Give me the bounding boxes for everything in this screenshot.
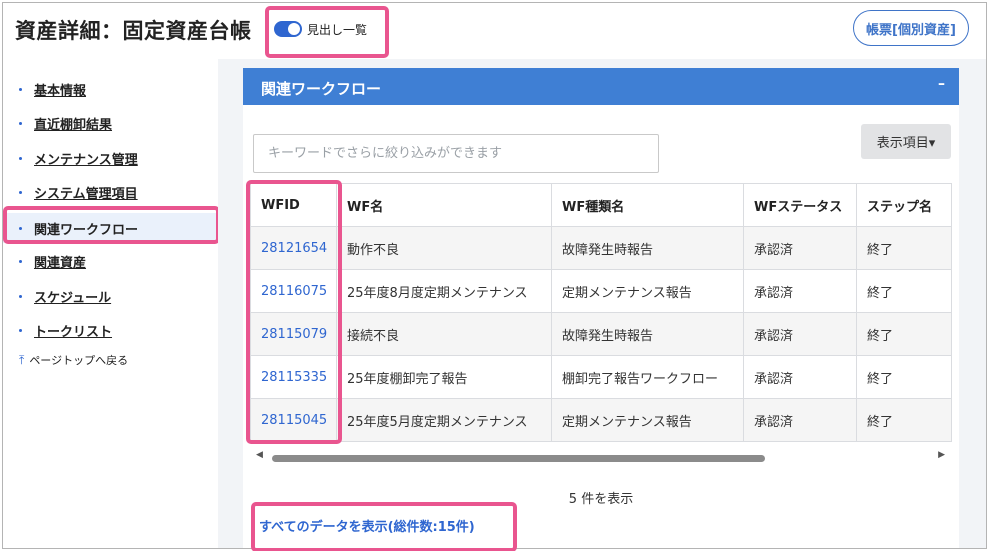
- main-content: 関連ワークフロー – 表示項目▾ WFID WF名 WF種類名 WFステータス …: [218, 59, 986, 551]
- sidebar-item-label: 関連資産: [34, 255, 87, 271]
- wfid-link[interactable]: 28116075: [250, 269, 337, 313]
- arrow-up-bar-icon: ⤒: [19, 352, 25, 367]
- sidebar-item-system-management[interactable]: システム管理項目: [3, 179, 218, 205]
- wf-type-cell: 定期メンテナンス報告: [551, 269, 744, 313]
- related-workflow-panel: 関連ワークフロー – 表示項目▾ WFID WF名 WF種類名 WFステータス …: [243, 68, 959, 551]
- wf-name-cell: 25年度棚卸完了報告: [336, 355, 552, 399]
- wf-status-cell: 承認済: [743, 226, 857, 270]
- wfid-link[interactable]: 28115335: [250, 355, 337, 399]
- sidebar-item-recent-inventory[interactable]: 直近棚卸結果: [3, 110, 218, 136]
- table-row: 28115045 25年度5月度定期メンテナンス 定期メンテナンス報告 承認済 …: [250, 398, 952, 442]
- wf-type-cell: 棚卸完了報告ワークフロー: [551, 355, 744, 399]
- display-columns-button[interactable]: 表示項目▾: [861, 124, 951, 159]
- back-to-top-link[interactable]: ⤒ ページトップへ戻る: [19, 352, 128, 368]
- table-row: 28121654 動作不良 故障発生時報告 承認済 終了: [250, 226, 952, 270]
- left-arrow-icon[interactable]: ◀: [256, 450, 263, 460]
- column-header-step-name[interactable]: ステップ名: [856, 183, 952, 227]
- toggle-label: 見出し一覧: [307, 23, 368, 37]
- wf-name-cell: 25年度8月度定期メンテナンス: [336, 269, 552, 313]
- step-name-cell: 終了: [856, 355, 952, 399]
- sidebar-item-maintenance[interactable]: メンテナンス管理: [3, 145, 218, 171]
- bullet-icon: [19, 328, 22, 332]
- wfid-link[interactable]: 28121654: [250, 226, 337, 270]
- sidebar: 基本情報 直近棚卸結果 メンテナンス管理 システム管理項目 関連ワークフロー 関…: [3, 59, 218, 548]
- horizontal-scrollbar[interactable]: ◀ ▶: [250, 449, 951, 465]
- app-frame: 資産詳細：固定資産台帳 見出し一覧 帳票[個別資産] 基本情報 直近棚卸結果 メ…: [2, 2, 987, 551]
- sidebar-item-talk-list[interactable]: トークリスト: [3, 317, 218, 343]
- panel-title: 関連ワークフロー: [261, 80, 382, 98]
- heading-list-toggle[interactable]: [274, 21, 302, 37]
- table-header-row: WFID WF名 WF種類名 WFステータス ステップ名: [250, 183, 952, 227]
- wf-status-cell: 承認済: [743, 398, 857, 442]
- back-to-top-label: ページトップへ戻る: [29, 354, 129, 367]
- sidebar-item-schedule[interactable]: スケジュール: [3, 283, 218, 309]
- wf-type-cell: 故障発生時報告: [551, 226, 744, 270]
- wf-type-cell: 故障発生時報告: [551, 312, 744, 356]
- toggle-knob: [288, 23, 300, 35]
- sidebar-item-label: メンテナンス管理: [34, 152, 138, 168]
- table-row: 28116075 25年度8月度定期メンテナンス 定期メンテナンス報告 承認済 …: [250, 269, 952, 313]
- wfid-link[interactable]: 28115079: [250, 312, 337, 356]
- collapse-icon[interactable]: –: [938, 76, 945, 92]
- wf-name-cell: 動作不良: [336, 226, 552, 270]
- sidebar-item-label: トークリスト: [34, 324, 113, 340]
- wf-name-cell: 接続不良: [336, 312, 552, 356]
- sidebar-active-highlight: [3, 206, 220, 244]
- step-name-cell: 終了: [856, 226, 952, 270]
- column-header-wfid[interactable]: WFID: [250, 183, 337, 227]
- ledger-button[interactable]: 帳票[個別資産]: [853, 10, 969, 46]
- sidebar-item-basic-info[interactable]: 基本情報: [3, 76, 218, 102]
- sidebar-item-label: 基本情報: [34, 83, 87, 99]
- row-count-text: 5 件を表示: [568, 492, 634, 507]
- panel-header: 関連ワークフロー –: [243, 68, 959, 105]
- sidebar-item-related-assets[interactable]: 関連資産: [3, 248, 218, 274]
- step-name-cell: 終了: [856, 398, 952, 442]
- bullet-icon: [19, 121, 22, 125]
- keyword-search-input[interactable]: [253, 134, 659, 173]
- right-arrow-icon[interactable]: ▶: [938, 450, 945, 460]
- bullet-icon: [19, 190, 22, 194]
- page-header: 資産詳細：固定資産台帳 見出し一覧 帳票[個別資産]: [3, 3, 986, 59]
- wf-status-cell: 承認済: [743, 269, 857, 313]
- table-row: 28115335 25年度棚卸完了報告 棚卸完了報告ワークフロー 承認済 終了: [250, 355, 952, 399]
- bullet-icon: [19, 87, 22, 91]
- step-name-cell: 終了: [856, 312, 952, 356]
- bullet-icon: [19, 259, 22, 263]
- sidebar-item-label: システム管理項目: [34, 186, 138, 202]
- step-name-cell: 終了: [856, 269, 952, 313]
- sidebar-item-label: 直近棚卸結果: [34, 117, 113, 133]
- scrollbar-thumb[interactable]: [272, 455, 765, 462]
- column-header-wf-name[interactable]: WF名: [336, 183, 552, 227]
- page-title: 資産詳細：固定資産台帳: [15, 19, 252, 43]
- bullet-icon: [19, 294, 22, 298]
- wfid-link[interactable]: 28115045: [250, 398, 337, 442]
- wf-name-cell: 25年度5月度定期メンテナンス: [336, 398, 552, 442]
- show-all-data-link[interactable]: すべてのデータを表示(総件数:15件): [259, 516, 475, 535]
- wf-status-cell: 承認済: [743, 312, 857, 356]
- bullet-icon: [19, 156, 22, 160]
- column-header-wf-status[interactable]: WFステータス: [743, 183, 857, 227]
- column-header-wf-type[interactable]: WF種類名: [551, 183, 744, 227]
- workflow-table: WFID WF名 WF種類名 WFステータス ステップ名 28121654 動作…: [250, 183, 952, 442]
- sidebar-item-label: スケジュール: [34, 290, 112, 306]
- wf-status-cell: 承認済: [743, 355, 857, 399]
- wf-type-cell: 定期メンテナンス報告: [551, 398, 744, 442]
- table-row: 28115079 接続不良 故障発生時報告 承認済 終了: [250, 312, 952, 356]
